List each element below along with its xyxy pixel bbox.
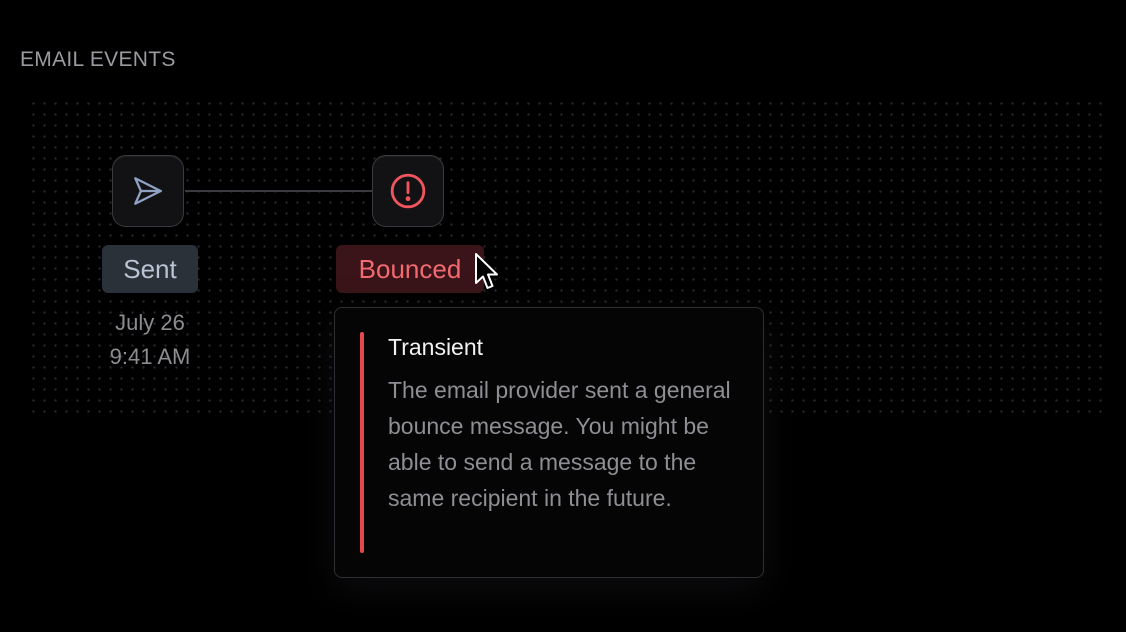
sent-status-badge[interactable]: Sent bbox=[102, 245, 198, 293]
tooltip-description: The email provider sent a general bounce… bbox=[388, 377, 731, 511]
tooltip-accent-bar bbox=[360, 332, 364, 553]
bounced-event-node[interactable] bbox=[372, 155, 444, 227]
email-events-panel: EMAIL EVENTS Sent Bounced July 26 9:41 A… bbox=[0, 0, 1126, 632]
mouse-pointer-icon bbox=[475, 253, 498, 289]
sent-event-node[interactable] bbox=[112, 155, 184, 227]
alert-circle-icon bbox=[390, 173, 426, 209]
bounce-tooltip: Transient The email provider sent a gene… bbox=[334, 307, 764, 578]
bounced-status-badge[interactable]: Bounced bbox=[336, 245, 484, 293]
send-icon bbox=[134, 177, 162, 205]
sent-time: 9:41 AM bbox=[109, 344, 191, 369]
timeline-connector bbox=[185, 190, 373, 192]
sent-date: July 26 bbox=[115, 310, 185, 335]
section-title: EMAIL EVENTS bbox=[20, 48, 176, 71]
tooltip-title: Transient bbox=[388, 334, 484, 360]
